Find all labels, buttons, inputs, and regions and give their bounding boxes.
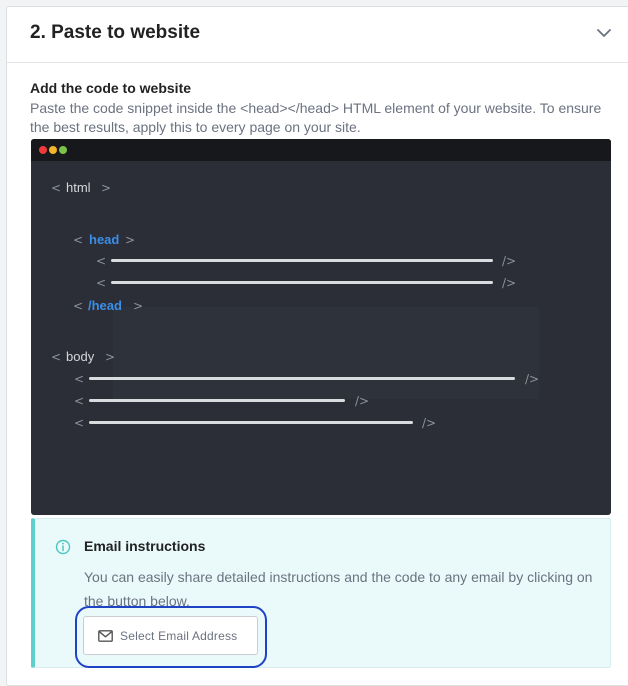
self-close: /> [502,276,517,290]
code-line-placeholder [111,259,493,262]
head-close-tag: /head [88,298,122,313]
close-bracket: > [105,350,116,364]
code-line-placeholder [89,377,515,380]
email-instructions-title: Email instructions [84,538,206,554]
window-minimize-dot [49,146,57,154]
open-bracket: < [74,372,85,386]
code-preview-window: < html > < head > < /> < /> < /head > < … [31,139,611,515]
code-window-titlebar [31,139,611,161]
open-bracket: < [73,299,84,313]
self-close: /> [525,372,540,386]
panel-header[interactable]: 2. Paste to website [7,7,628,63]
self-close: /> [502,254,517,268]
self-close: /> [422,416,437,430]
window-maximize-dot [59,146,67,154]
open-bracket: < [51,350,62,364]
code-line-placeholder [89,421,413,424]
select-email-address-button[interactable]: Select Email Address [83,616,258,655]
close-bracket: > [101,181,112,195]
open-bracket: < [96,276,107,290]
window-close-dot [39,146,47,154]
paste-to-website-panel: 2. Paste to website Add the code to webs… [6,6,628,686]
code-line-placeholder [111,281,493,284]
open-bracket: < [51,181,62,195]
open-bracket: < [74,394,85,408]
section-title: Add the code to website [30,80,192,96]
open-bracket: < [74,416,85,430]
section-description: Paste the code snippet inside the <head>… [30,100,602,135]
body-tag: body [66,349,95,364]
close-bracket: > [133,299,144,313]
email-instructions-box: Email instructions You can easily share … [31,518,611,668]
head-open-tag: head [89,232,120,247]
mail-icon [98,630,113,642]
code-line-placeholder [89,399,345,402]
html-tag: html [66,180,91,195]
code-snippet-ghost [113,307,539,399]
chevron-down-icon[interactable] [596,27,612,39]
self-close: /> [355,394,370,408]
info-icon [55,539,71,555]
select-email-address-label: Select Email Address [120,629,238,643]
open-bracket: < [96,254,107,268]
panel-title: 2. Paste to website [30,22,201,43]
close-bracket: > [125,233,136,247]
open-bracket: < [73,233,84,247]
